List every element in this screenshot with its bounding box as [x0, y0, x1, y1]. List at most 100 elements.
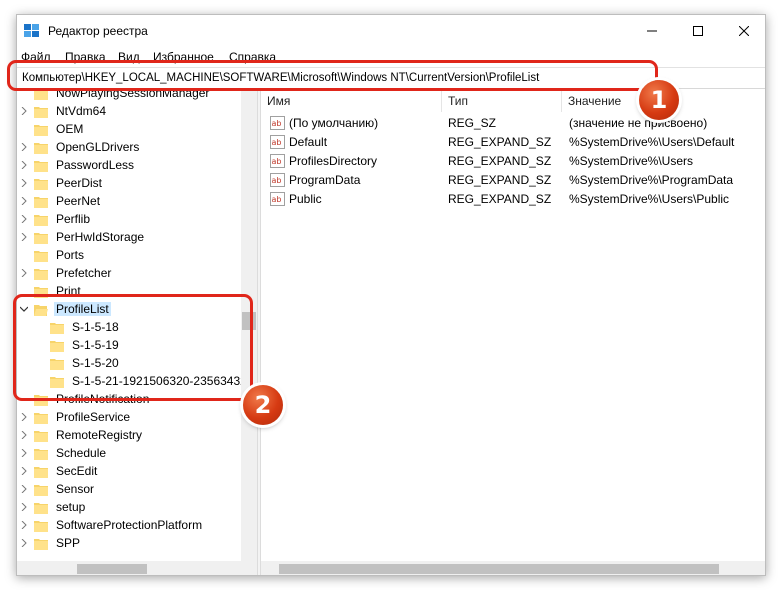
- folder-icon: [34, 232, 48, 244]
- folder-icon: [34, 502, 48, 514]
- chevron-right-icon[interactable]: [20, 179, 28, 187]
- string-value-icon: ab: [270, 173, 285, 187]
- svg-text:ab: ab: [272, 119, 282, 128]
- list-horizontal-scrollbar[interactable]: [261, 561, 765, 575]
- tree-item[interactable]: setup: [20, 498, 87, 516]
- tree-item-label: Prefetcher: [56, 266, 112, 280]
- step-badge-1: 1: [639, 80, 679, 120]
- tree-item-label: PeerDist: [56, 176, 103, 190]
- chevron-right-icon[interactable]: [20, 431, 28, 439]
- folder-icon: [34, 412, 48, 424]
- tree-item[interactable]: PasswordLess: [20, 156, 136, 174]
- chevron-right-icon[interactable]: [20, 521, 28, 529]
- window-title: Редактор реестра: [48, 24, 148, 38]
- tree-item-label: SPP: [56, 536, 81, 550]
- string-value-icon: ab: [270, 116, 285, 130]
- column-header-type[interactable]: Тип: [442, 90, 561, 112]
- folder-icon: [34, 538, 48, 550]
- value-type: REG_EXPAND_SZ: [448, 173, 552, 187]
- tree-item[interactable]: SoftwareProtectionPlatform: [20, 516, 204, 534]
- close-icon: [739, 26, 749, 36]
- column-header-name[interactable]: Имя: [261, 90, 441, 112]
- folder-icon: [34, 484, 48, 496]
- folder-icon: [34, 124, 48, 136]
- value-data: %SystemDrive%\Users\Public: [569, 192, 730, 206]
- minimize-button[interactable]: [629, 15, 675, 47]
- folder-icon: [34, 106, 48, 118]
- tree-horizontal-scrollbar[interactable]: [17, 561, 257, 575]
- folder-icon: [34, 214, 48, 226]
- chevron-right-icon[interactable]: [20, 90, 28, 97]
- chevron-right-icon[interactable]: [20, 215, 28, 223]
- folder-icon: [34, 196, 48, 208]
- chevron-right-icon[interactable]: [20, 503, 28, 511]
- value-type: REG_EXPAND_SZ: [448, 135, 552, 149]
- value-row[interactable]: ab Public REG_EXPAND_SZ %SystemDrive%\Us…: [261, 190, 765, 209]
- value-row[interactable]: ab (По умолчанию) REG_SZ (значение не пр…: [261, 114, 765, 133]
- chevron-right-icon[interactable]: [20, 197, 28, 205]
- tree-item[interactable]: PerHwIdStorage: [20, 228, 146, 246]
- value-type: REG_SZ: [448, 116, 497, 130]
- folder-icon: [34, 160, 48, 172]
- tree-item[interactable]: NtVdm64: [20, 102, 108, 120]
- chevron-right-icon[interactable]: [20, 413, 28, 421]
- chevron-right-icon[interactable]: [20, 539, 28, 547]
- value-row[interactable]: ab Default REG_EXPAND_SZ %SystemDrive%\U…: [261, 133, 765, 152]
- tree-item[interactable]: RemoteRegistry: [20, 426, 144, 444]
- profilelist-highlight-frame: [13, 294, 253, 401]
- folder-icon: [34, 520, 48, 532]
- folder-icon: [34, 90, 48, 100]
- list-horizontal-scroll-thumb[interactable]: [279, 564, 719, 574]
- tree-item-label: Ports: [56, 248, 85, 262]
- step-badge-2: 2: [243, 385, 283, 425]
- folder-icon: [34, 466, 48, 478]
- tree-item[interactable]: OEM: [20, 120, 85, 138]
- tree-item[interactable]: ProfileService: [20, 408, 132, 426]
- tree-item[interactable]: PeerDist: [20, 174, 104, 192]
- tree-item[interactable]: SecEdit: [20, 462, 99, 480]
- tree-item-label: setup: [56, 500, 86, 514]
- tree-item-label: Sensor: [56, 482, 95, 496]
- tree-item[interactable]: Perflib: [20, 210, 92, 228]
- chevron-right-icon[interactable]: [20, 143, 28, 151]
- svg-text:ab: ab: [272, 157, 282, 166]
- tree-item[interactable]: SPP: [20, 534, 82, 552]
- maximize-button[interactable]: [675, 15, 721, 47]
- minimize-icon: [647, 30, 657, 32]
- maximize-icon: [693, 26, 703, 36]
- tree-horizontal-scroll-thumb[interactable]: [77, 564, 147, 574]
- chevron-right-icon[interactable]: [20, 485, 28, 493]
- chevron-right-icon[interactable]: [20, 269, 28, 277]
- tree-item[interactable]: Schedule: [20, 444, 108, 462]
- svg-text:ab: ab: [272, 195, 282, 204]
- folder-icon: [34, 250, 48, 262]
- chevron-right-icon[interactable]: [20, 467, 28, 475]
- title-bar: Редактор реестра: [17, 15, 765, 47]
- chevron-right-icon[interactable]: [20, 161, 28, 169]
- string-value-icon: ab: [270, 154, 285, 168]
- tree-item[interactable]: PeerNet: [20, 192, 102, 210]
- value-type: REG_EXPAND_SZ: [448, 192, 552, 206]
- chevron-right-icon[interactable]: [20, 233, 28, 241]
- tree-item[interactable]: Sensor: [20, 480, 96, 498]
- value-data: (значение не присвоено): [569, 116, 708, 130]
- value-row[interactable]: ab ProfilesDirectory REG_EXPAND_SZ %Syst…: [261, 152, 765, 171]
- value-row[interactable]: ab ProgramData REG_EXPAND_SZ %SystemDriv…: [261, 171, 765, 190]
- tree-item[interactable]: OpenGLDrivers: [20, 138, 141, 156]
- close-button[interactable]: [721, 15, 765, 47]
- values-list[interactable]: Имя Тип Значение ab (По умолчанию) REG_S…: [261, 90, 765, 561]
- tree-item-label: Schedule: [56, 446, 107, 460]
- tree-item-label: SecEdit: [56, 464, 98, 478]
- tree-item-label: Perflib: [56, 212, 91, 226]
- registry-editor-app-icon: [24, 24, 39, 37]
- tree-item[interactable]: Ports: [20, 246, 86, 264]
- tree-item[interactable]: Prefetcher: [20, 264, 113, 282]
- value-name: (По умолчанию): [289, 116, 379, 130]
- value-data: %SystemDrive%\Users\Default: [569, 135, 735, 149]
- tree-item[interactable]: NowPlayingSessionManager: [20, 90, 211, 102]
- address-highlight-frame: [7, 60, 658, 91]
- chevron-right-icon[interactable]: [20, 107, 28, 115]
- tree-item-label: OpenGLDrivers: [56, 140, 140, 154]
- tree-item-label: ProfileService: [56, 410, 131, 424]
- chevron-right-icon[interactable]: [20, 449, 28, 457]
